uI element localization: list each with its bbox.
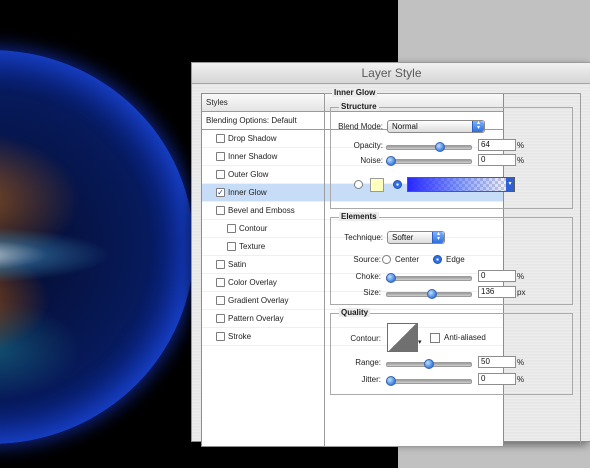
technique-select[interactable]: Softer ▴ ▾	[387, 231, 445, 244]
style-item-label: Bevel and Emboss	[228, 206, 295, 215]
size-input[interactable]: 136	[478, 286, 516, 298]
elements-group: Elements Technique: Softer ▴ ▾ Source: Ce…	[330, 212, 573, 305]
style-item-label: Outer Glow	[228, 170, 269, 179]
style-checkbox[interactable]	[227, 224, 236, 233]
contour-picker[interactable]	[387, 323, 418, 352]
noise-label: Noise:	[360, 156, 383, 165]
range-slider-knob[interactable]	[424, 359, 434, 369]
style-item-label: Stroke	[228, 332, 252, 341]
style-item-label: Inner Glow	[228, 188, 267, 197]
source-edge-label: Edge	[446, 255, 465, 264]
noise-input[interactable]: 0	[478, 154, 516, 166]
quality-title: Quality	[339, 308, 371, 317]
style-checkbox[interactable]	[227, 242, 236, 251]
inner-glow-panel: Inner Glow Structure Blend Mode: Normal …	[324, 88, 581, 447]
jitter-slider-knob[interactable]	[386, 376, 396, 386]
layer-style-dialog: Layer Style Styles Blending Options: Def…	[191, 62, 590, 447]
size-unit: px	[517, 288, 526, 297]
source-center-label: Center	[395, 255, 420, 264]
choke-slider-knob[interactable]	[386, 273, 396, 283]
structure-title: Structure	[339, 102, 379, 111]
range-label: Range:	[355, 358, 381, 367]
blend-mode-label: Blend Mode:	[338, 122, 383, 131]
glow-color-swatch[interactable]	[370, 178, 384, 192]
source-label: Source:	[353, 255, 381, 264]
noise-slider-track[interactable]	[386, 159, 472, 164]
style-item-label: Inner Shadow	[228, 152, 278, 161]
quality-group: Quality Contour: ▾ Anti-aliased Range: 5…	[330, 308, 573, 395]
size-slider-knob[interactable]	[427, 289, 438, 299]
style-checkbox[interactable]	[216, 332, 225, 341]
opacity-slider-track[interactable]	[386, 145, 472, 150]
jitter-slider-track[interactable]	[386, 379, 472, 384]
style-item-label: Satin	[228, 260, 247, 269]
blend-mode-dropdown-icon: ▴ ▾	[472, 120, 484, 132]
opacity-input[interactable]: 64	[478, 139, 516, 151]
contour-preview	[388, 324, 417, 351]
style-checkbox[interactable]	[216, 278, 225, 287]
jitter-input[interactable]: 0	[478, 373, 516, 385]
panel-title: Inner Glow	[332, 88, 378, 97]
technique-value: Softer	[392, 233, 414, 242]
jitter-unit: %	[517, 375, 525, 384]
style-item-label: Drop Shadow	[228, 134, 277, 143]
style-checkbox[interactable]	[216, 206, 225, 215]
jitter-label: Jitter:	[361, 375, 381, 384]
style-checkbox[interactable]	[216, 296, 225, 305]
structure-group: Structure Blend Mode: Normal ▴ ▾ Opacity:…	[330, 102, 573, 209]
contour-dropdown-icon[interactable]: ▾	[418, 339, 425, 346]
style-item-label: Texture	[239, 242, 266, 251]
choke-unit: %	[517, 272, 525, 281]
dialog-content: Styles Blending Options: Default Drop Sh…	[192, 84, 590, 447]
style-checkbox[interactable]	[216, 314, 225, 323]
style-item-label: Gradient Overlay	[228, 296, 289, 305]
technique-label: Technique:	[344, 233, 383, 242]
choke-input[interactable]: 0	[478, 270, 516, 282]
style-checkbox[interactable]	[216, 170, 225, 179]
contour-label: Contour:	[350, 334, 381, 343]
blend-mode-select[interactable]: Normal ▴ ▾	[387, 120, 485, 133]
style-item-label: Color Overlay	[228, 278, 277, 287]
size-label: Size:	[363, 288, 381, 297]
style-checkbox[interactable]	[216, 260, 225, 269]
anti-aliased-label: Anti-aliased	[444, 333, 486, 342]
solid-color-radio[interactable]	[354, 180, 363, 189]
gradient-radio[interactable]	[393, 180, 402, 189]
technique-dropdown-icon: ▴ ▾	[432, 231, 444, 243]
range-input[interactable]: 50	[478, 356, 516, 368]
choke-slider-track[interactable]	[386, 276, 472, 281]
planet-image	[0, 50, 194, 444]
elements-title: Elements	[339, 212, 379, 221]
opacity-label: Opacity:	[353, 141, 383, 150]
source-edge-radio[interactable]	[433, 255, 442, 264]
opacity-slider-knob[interactable]	[434, 142, 445, 152]
anti-aliased-checkbox[interactable]	[430, 333, 440, 343]
blend-mode-value: Normal	[392, 122, 418, 131]
noise-unit: %	[517, 156, 525, 165]
range-unit: %	[517, 358, 525, 367]
choke-label: Choke:	[355, 272, 381, 281]
source-center-radio[interactable]	[382, 255, 391, 264]
style-checkbox[interactable]	[216, 152, 225, 161]
gradient-dropdown-icon: ▾	[506, 178, 514, 191]
opacity-unit: %	[517, 141, 525, 150]
dialog-title: Layer Style	[192, 63, 590, 84]
style-checkbox[interactable]: ✓	[216, 188, 225, 197]
style-item-label: Contour	[239, 224, 268, 233]
style-checkbox[interactable]	[216, 134, 225, 143]
style-item-label: Pattern Overlay	[228, 314, 284, 323]
glow-gradient-picker[interactable]: ▾	[407, 177, 515, 192]
noise-slider-knob[interactable]	[386, 156, 396, 166]
